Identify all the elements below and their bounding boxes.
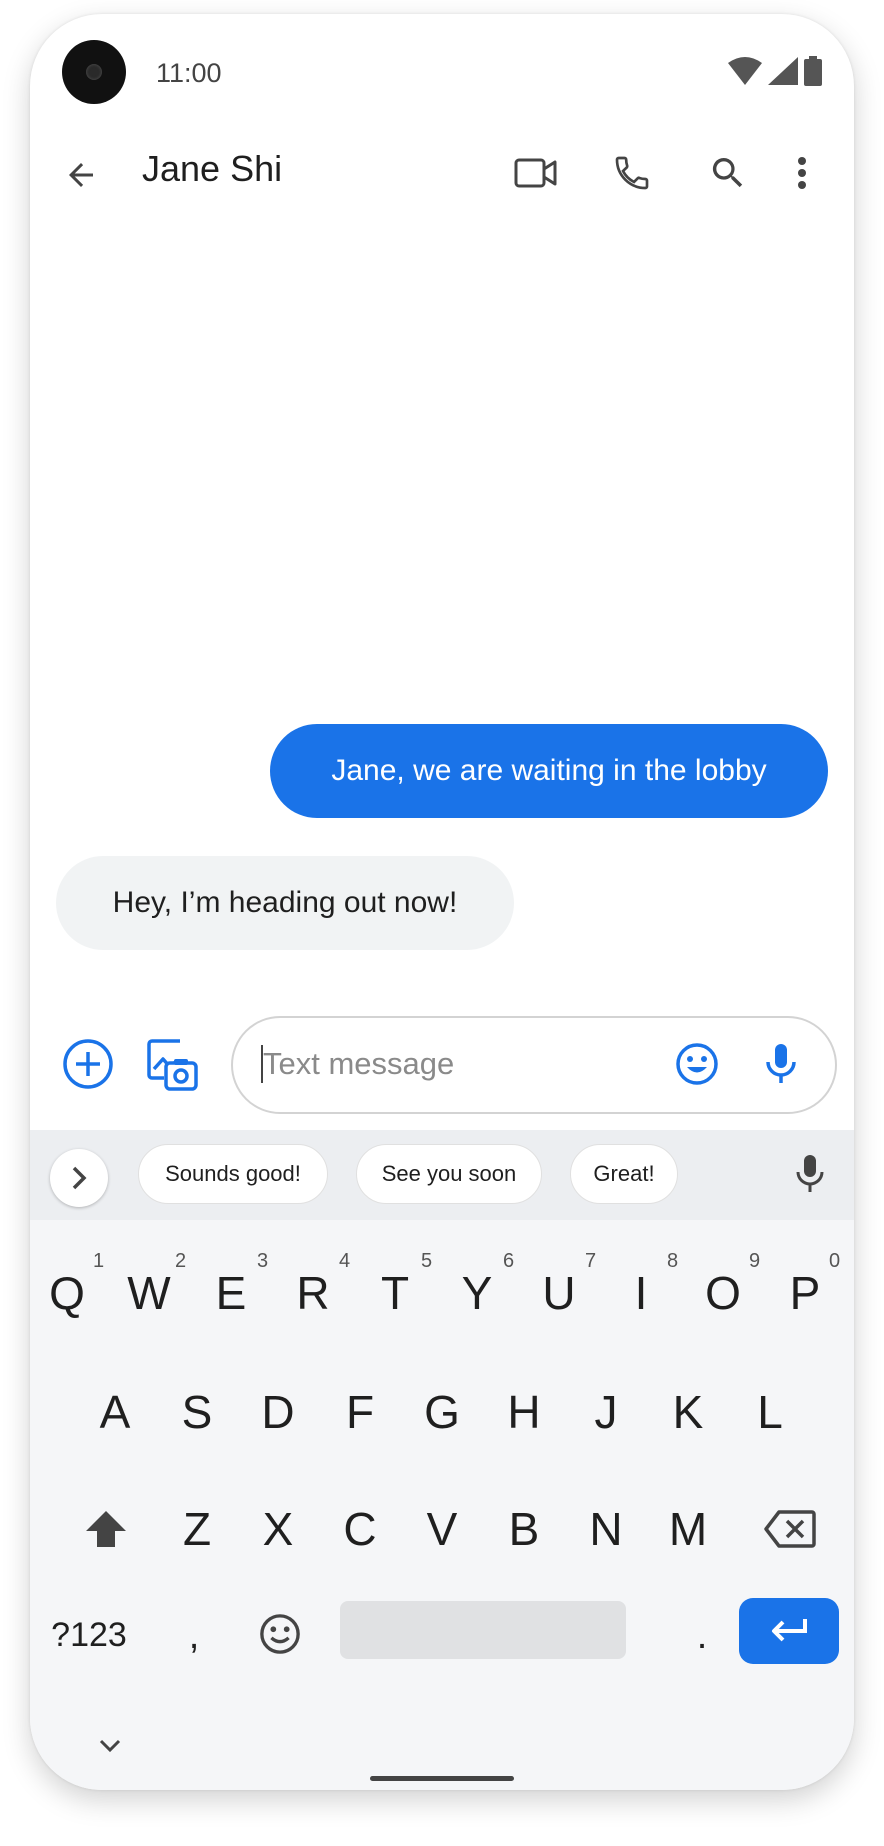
key-o[interactable]: O bbox=[692, 1258, 754, 1328]
wifi-icon bbox=[728, 57, 762, 85]
suggestion-chip[interactable]: Great! bbox=[570, 1144, 678, 1204]
signal-icon bbox=[768, 57, 798, 85]
backspace-key[interactable] bbox=[752, 1494, 828, 1564]
key-e[interactable]: E bbox=[200, 1258, 262, 1328]
expand-toolbar-button[interactable] bbox=[50, 1149, 108, 1207]
key-i[interactable]: I bbox=[610, 1258, 672, 1328]
status-time: 11:00 bbox=[156, 58, 222, 88]
key-n[interactable]: N bbox=[575, 1494, 637, 1564]
key-b[interactable]: B bbox=[493, 1494, 555, 1564]
compose-placeholder: Text message bbox=[263, 1046, 455, 1081]
hide-keyboard-button[interactable] bbox=[90, 1728, 130, 1764]
key-hint: 4 bbox=[339, 1250, 351, 1272]
key-v[interactable]: V bbox=[411, 1494, 473, 1564]
text-message-field[interactable]: Text message bbox=[231, 1016, 837, 1114]
key-q[interactable]: Q bbox=[36, 1258, 98, 1328]
suggestion-chip[interactable]: See you soon bbox=[356, 1144, 542, 1204]
key-hint: 2 bbox=[175, 1250, 187, 1272]
phone-call-button[interactable] bbox=[604, 145, 660, 201]
enter-key[interactable] bbox=[739, 1598, 839, 1664]
emoji-icon bbox=[260, 1614, 300, 1654]
more-options-button[interactable] bbox=[782, 145, 822, 201]
keyboard-voice-button[interactable] bbox=[790, 1146, 830, 1202]
shift-key[interactable] bbox=[66, 1494, 146, 1564]
chevron-right-icon bbox=[72, 1166, 87, 1190]
front-camera bbox=[62, 40, 126, 104]
key-k[interactable]: K bbox=[657, 1377, 719, 1447]
symbols-key[interactable]: ?123 bbox=[44, 1610, 134, 1660]
conversation-title: Jane Shi bbox=[142, 148, 283, 189]
key-p[interactable]: P bbox=[774, 1258, 836, 1328]
key-j[interactable]: J bbox=[575, 1377, 637, 1447]
search-button[interactable] bbox=[700, 145, 756, 201]
key-hint: 1 bbox=[93, 1250, 105, 1272]
key-d[interactable]: D bbox=[247, 1377, 309, 1447]
emoji-button[interactable] bbox=[671, 1038, 723, 1090]
keyboard bbox=[30, 1130, 854, 1790]
key-f[interactable]: F bbox=[329, 1377, 391, 1447]
enter-arrow-icon bbox=[772, 1619, 807, 1642]
phone-icon bbox=[615, 156, 649, 190]
key-g[interactable]: G bbox=[411, 1377, 473, 1447]
key-c[interactable]: C bbox=[329, 1494, 391, 1564]
more-vert-icon bbox=[798, 157, 806, 189]
space-key[interactable] bbox=[340, 1601, 626, 1659]
key-hint: 6 bbox=[503, 1250, 515, 1272]
voice-message-button[interactable] bbox=[755, 1038, 807, 1090]
key-u[interactable]: U bbox=[528, 1258, 590, 1328]
home-indicator[interactable] bbox=[370, 1776, 514, 1781]
key-hint: 3 bbox=[257, 1250, 269, 1272]
key-hint: 7 bbox=[585, 1250, 597, 1272]
status-icons bbox=[728, 56, 822, 86]
key-z[interactable]: Z bbox=[166, 1494, 228, 1564]
key-x[interactable]: X bbox=[247, 1494, 309, 1564]
phone-screen: 11:00 Jane Shi Jane, we are waiting in t… bbox=[30, 14, 854, 1790]
add-circle-icon bbox=[63, 1039, 113, 1089]
camera-lens bbox=[86, 64, 102, 80]
key-a[interactable]: A bbox=[84, 1377, 146, 1447]
emoji-icon bbox=[676, 1043, 718, 1085]
key-hint: 8 bbox=[667, 1250, 679, 1272]
key-w[interactable]: W bbox=[118, 1258, 180, 1328]
shift-icon bbox=[86, 1511, 126, 1547]
chevron-down-icon bbox=[99, 1739, 121, 1753]
video-call-button[interactable] bbox=[508, 145, 564, 201]
gallery-camera-button[interactable] bbox=[144, 1034, 200, 1094]
period-key[interactable]: . bbox=[684, 1606, 720, 1666]
back-arrow-icon bbox=[69, 163, 93, 187]
backspace-icon bbox=[764, 1510, 816, 1548]
comma-key[interactable]: , bbox=[176, 1606, 212, 1666]
key-hint: 5 bbox=[421, 1250, 433, 1272]
key-l[interactable]: L bbox=[739, 1377, 801, 1447]
mic-icon bbox=[796, 1155, 824, 1192]
search-icon bbox=[712, 158, 743, 188]
incoming-message[interactable]: Hey, I’m heading out now! bbox=[56, 856, 514, 950]
add-attachment-button[interactable] bbox=[60, 1036, 116, 1092]
key-m[interactable]: M bbox=[657, 1494, 719, 1564]
gallery-camera-icon bbox=[147, 1039, 198, 1091]
suggestion-chip[interactable]: Sounds good! bbox=[138, 1144, 328, 1204]
battery-icon bbox=[804, 56, 822, 86]
emoji-key[interactable] bbox=[252, 1606, 308, 1662]
key-y[interactable]: Y bbox=[446, 1258, 508, 1328]
key-h[interactable]: H bbox=[493, 1377, 555, 1447]
back-button[interactable] bbox=[54, 148, 108, 202]
key-s[interactable]: S bbox=[166, 1377, 228, 1447]
mic-icon bbox=[766, 1044, 796, 1083]
video-call-icon bbox=[514, 158, 557, 188]
outgoing-message[interactable]: Jane, we are waiting in the lobby bbox=[270, 724, 828, 818]
key-r[interactable]: R bbox=[282, 1258, 344, 1328]
key-hint: 0 bbox=[829, 1250, 841, 1272]
key-t[interactable]: T bbox=[364, 1258, 426, 1328]
key-hint: 9 bbox=[749, 1250, 761, 1272]
